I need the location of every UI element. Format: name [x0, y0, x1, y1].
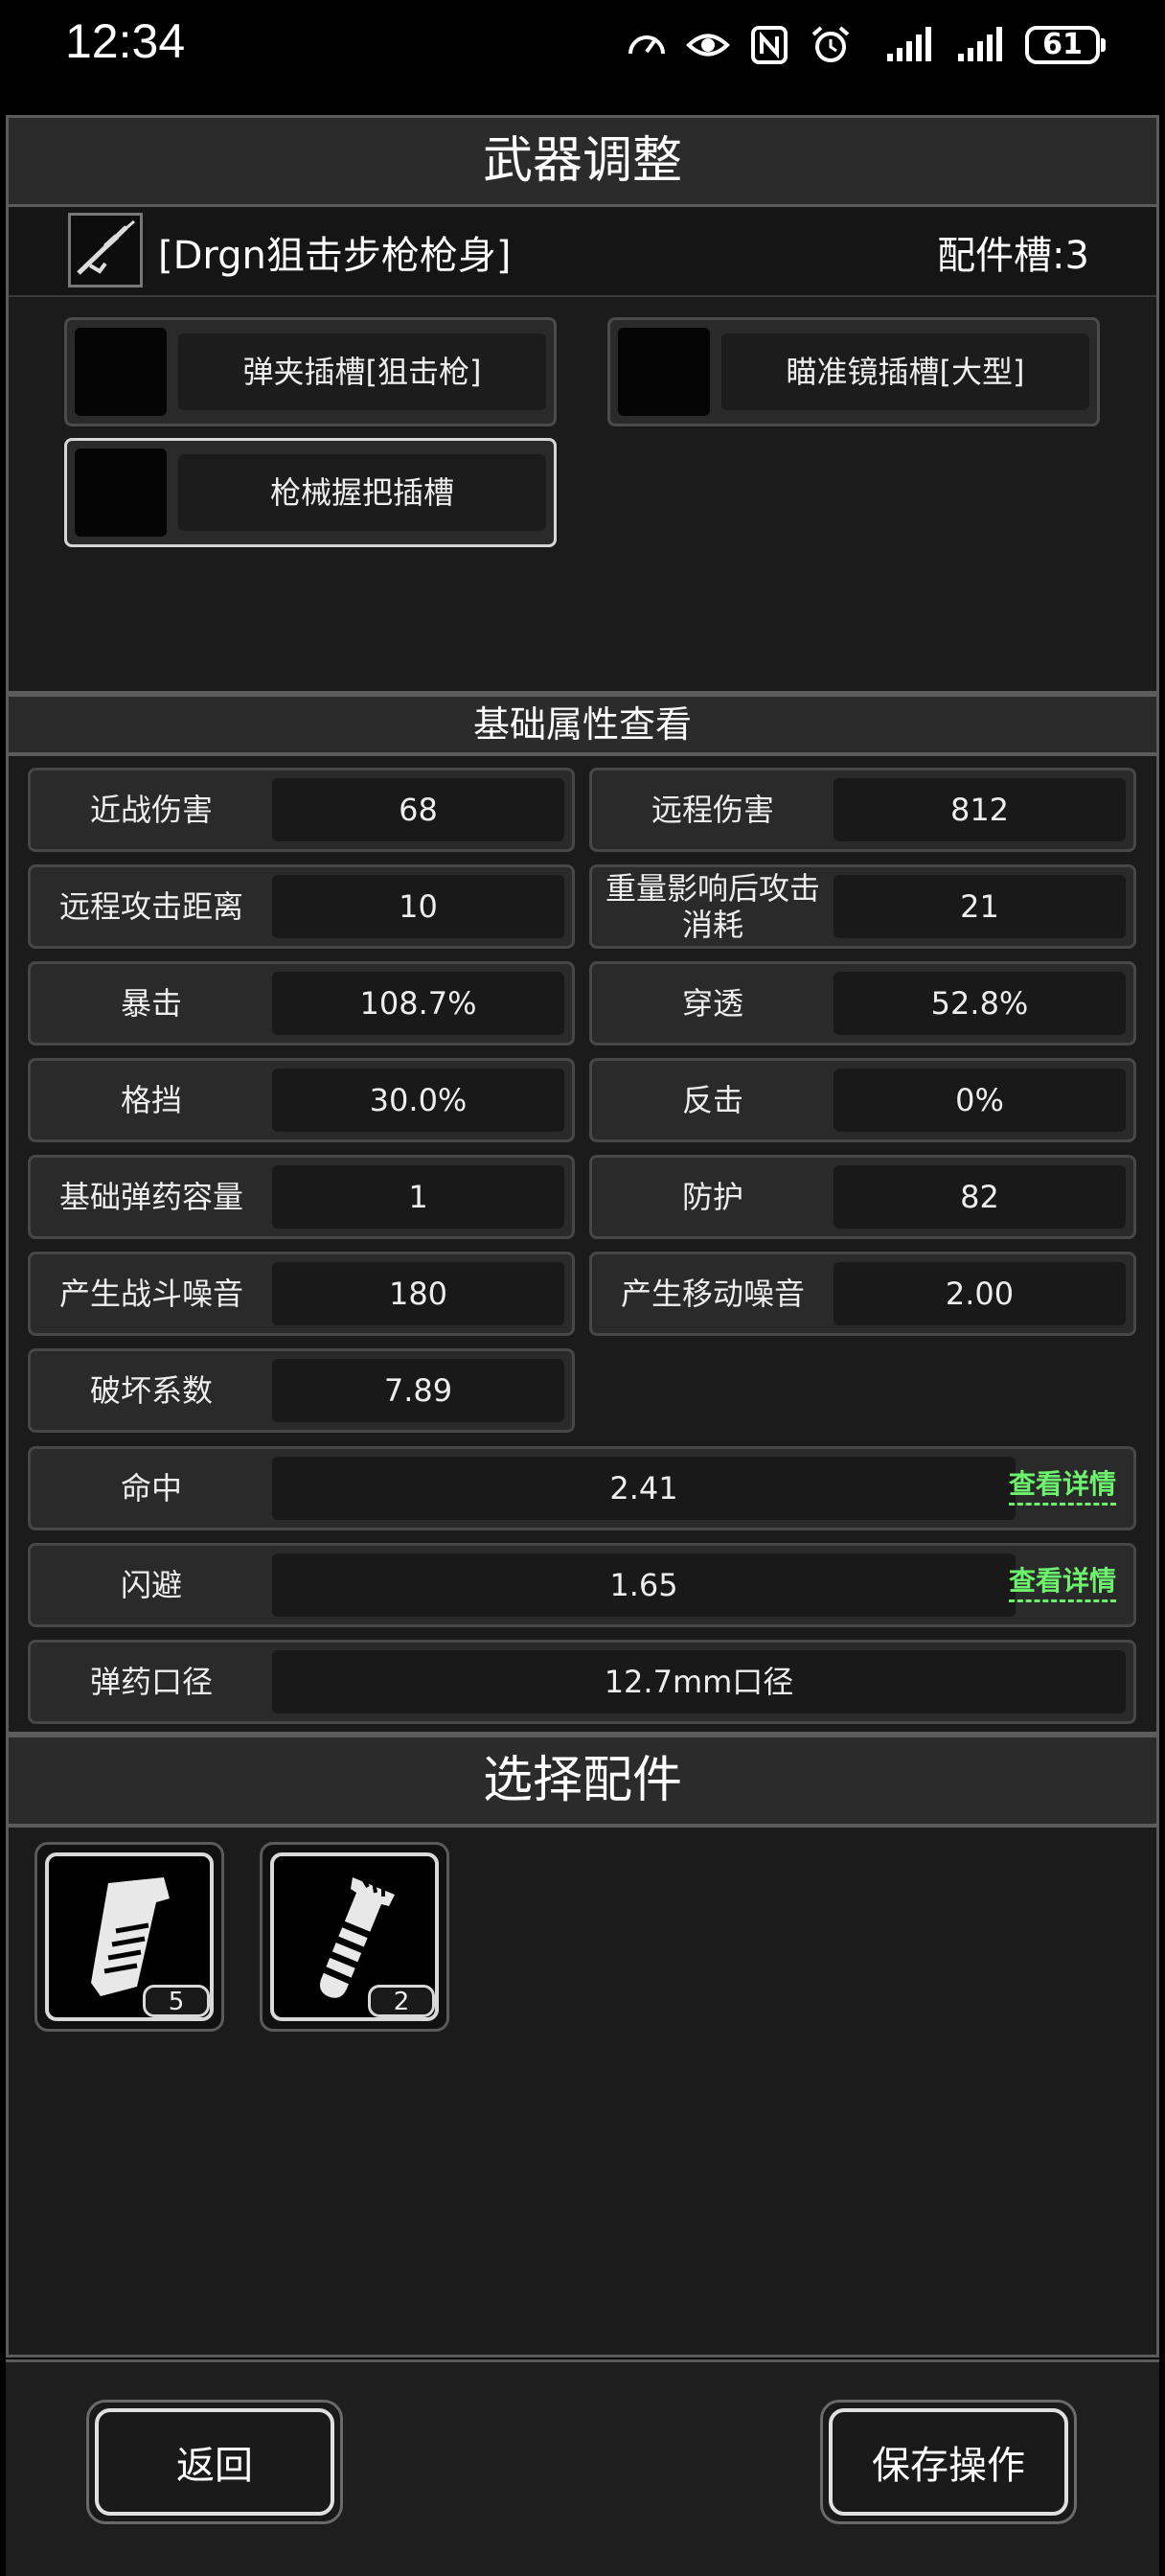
- save-button[interactable]: 保存操作: [820, 2400, 1077, 2524]
- part-suppressor[interactable]: 2: [260, 1842, 449, 2032]
- stat-destruction: 破坏系数 7.89: [28, 1348, 575, 1433]
- part-count: 2: [368, 1985, 435, 2017]
- part-count: 5: [143, 1985, 210, 2017]
- stat-penetration: 穿透 52.8%: [589, 961, 1136, 1046]
- attributes-title: 基础属性查看: [6, 694, 1159, 755]
- weapon-row: [Drgn狙击步枪枪身] 配件槽:3: [9, 207, 1156, 297]
- stat-protection: 防护 82: [589, 1155, 1136, 1239]
- stat-melee-damage: 近战伤害 68: [28, 768, 575, 852]
- stat-block: 格挡 30.0%: [28, 1058, 575, 1142]
- stat-ammo-capacity: 基础弹药容量 1: [28, 1155, 575, 1239]
- stat-counterattack: 反击 0%: [589, 1058, 1136, 1142]
- stat-critical: 暴击 108.7%: [28, 961, 575, 1046]
- weapon-name: [Drgn狙击步枪枪身]: [158, 234, 512, 278]
- slot-scope[interactable]: 瞄准镜插槽[大型]: [607, 317, 1100, 426]
- speedometer-icon: [628, 35, 665, 55]
- dodge-details-link[interactable]: 查看详情: [1008, 1563, 1116, 1602]
- slot-magazine[interactable]: 弹夹插槽[狙击枪]: [64, 317, 557, 426]
- stat-dodge: 闪避 1.65 查看详情: [28, 1543, 1136, 1627]
- stat-caliber: 弹药口径 12.7mm口径: [28, 1640, 1136, 1724]
- stat-weight-attack-cost: 重量影响后攻击消耗 21: [589, 864, 1136, 949]
- nfc-icon: [751, 26, 788, 64]
- battery-icon: 61: [1025, 26, 1106, 64]
- status-icons: 61: [625, 21, 1106, 69]
- slot-label: 瞄准镜插槽[大型]: [721, 334, 1089, 410]
- alarm-icon: [811, 26, 850, 62]
- stat-move-noise: 产生移动噪音 2.00: [589, 1252, 1136, 1336]
- stat-accuracy: 命中 2.41 查看详情: [28, 1446, 1136, 1530]
- page-title: 武器调整: [6, 115, 1159, 207]
- part-grip[interactable]: 5: [34, 1842, 224, 2032]
- slot-count: 配件槽:3: [937, 234, 1089, 278]
- slot-label: 弹夹插槽[狙击枪]: [178, 334, 546, 410]
- status-time: 12:34: [65, 14, 186, 68]
- slot-grip[interactable]: 枪械握把插槽: [64, 438, 557, 547]
- sniper-rifle-icon: [68, 213, 143, 288]
- parts-title: 选择配件: [6, 1735, 1159, 1827]
- signal-icon-2: [958, 27, 1002, 61]
- accuracy-details-link[interactable]: 查看详情: [1008, 1466, 1116, 1506]
- slot-label: 枪械握把插槽: [178, 454, 546, 531]
- slot-thumbnail: [75, 448, 167, 537]
- signal-icon-1: [887, 27, 931, 61]
- status-bar: 12:34 61: [0, 0, 1165, 113]
- stat-ranged-distance: 远程攻击距离 10: [28, 864, 575, 949]
- slot-thumbnail: [618, 328, 710, 416]
- slot-thumbnail: [75, 328, 167, 416]
- back-button[interactable]: 返回: [86, 2400, 343, 2524]
- stat-combat-noise: 产生战斗噪音 180: [28, 1252, 575, 1336]
- stat-ranged-damage: 远程伤害 812: [589, 768, 1136, 852]
- eye-icon: [686, 34, 730, 57]
